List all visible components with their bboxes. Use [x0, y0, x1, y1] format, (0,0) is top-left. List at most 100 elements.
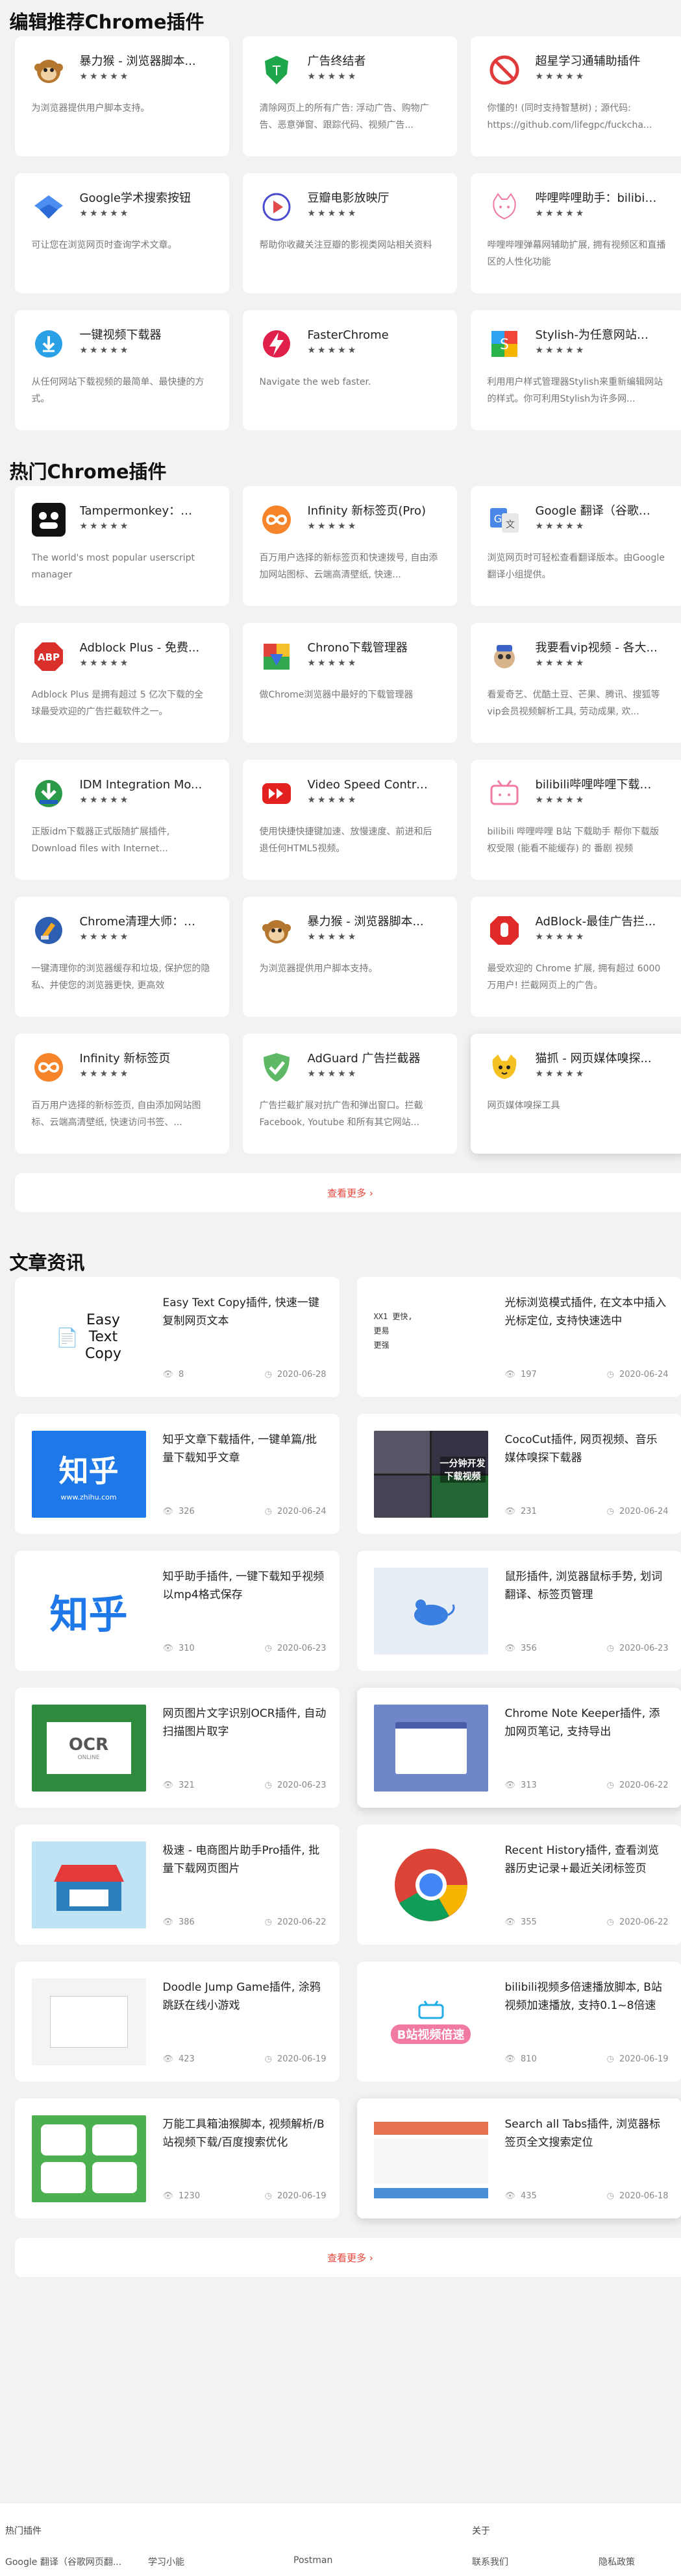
article-title[interactable]: 万能工具箱油猴脚本, 视频解析/B站视频下载/百度搜索优化	[163, 2115, 327, 2152]
plugin-card[interactable]: IDM Integration Mo... ★★★★★ 正版idm下载器正式版随…	[14, 760, 229, 880]
article-thumbnail[interactable]: 知乎	[31, 1568, 146, 1655]
plugin-card[interactable]: T 广告终结者 ★★★★★ 清除网页上的所有广告: 浮动广告、购物广告、恶意弹窗…	[242, 36, 457, 156]
article-card[interactable]: OCR ONLINE 网页图片文字识别OCR插件, 自动扫描图片取字 👁 321 ◷…	[14, 1688, 340, 1808]
plugin-card[interactable]: Infinity 新标签页 ★★★★★ 百万用户选择的新标签页, 自由添加网站图…	[14, 1034, 229, 1154]
article-title[interactable]: 知乎文章下载插件, 一键单篇/批量下载知乎文章	[163, 1431, 327, 1467]
article-title[interactable]: 网页图片文字识别OCR插件, 自动扫描图片取字	[163, 1705, 327, 1741]
article-card[interactable]: 鼠形插件, 浏览器鼠标手势, 划词翻译、标签页管理 👁 356 ◷ 2020-06-…	[356, 1551, 681, 1671]
plugin-card[interactable]: G文 Google 翻译（谷歌网... ★★★★★ 浏览网页时可轻松查看翻译版本…	[470, 486, 681, 606]
plugin-name[interactable]: 一键视频下载器	[80, 327, 203, 344]
article-title[interactable]: Easy Text Copy插件, 快速一键复制网页文本	[163, 1294, 327, 1330]
article-thumbnail[interactable]: XX1 更快, 更易 更强	[373, 1294, 488, 1381]
plugin-card[interactable]: S Stylish-为任意网站自... ★★★★★ 利用用户样式管理器Styli…	[470, 310, 681, 430]
plugin-card[interactable]: 我要看vip视频 - 各大... ★★★★★ 看爱奇艺、优酷土豆、芒果、腾讯、搜…	[470, 623, 681, 743]
plugin-card[interactable]: ABP Adblock Plus - 免费... ★★★★★ Adblock P…	[14, 623, 229, 743]
plugin-card[interactable]: 超星学习通辅助插件 ★★★★★ 你懂的! (同时支持智慧树) ; 源代码: ht…	[470, 36, 681, 156]
plugin-card[interactable]: 哔哩哔哩助手：bilibili... ★★★★★ 哔哩哔哩弹幕网辅助扩展, 拥有…	[470, 173, 681, 293]
article-title[interactable]: 知乎助手插件, 一键下载知乎视频以mp4格式保存	[163, 1568, 327, 1604]
article-thumbnail[interactable]	[31, 1978, 146, 2065]
plugin-name[interactable]: Infinity 新标签页(Pro)	[308, 503, 431, 520]
article-title[interactable]: Recent History插件, 查看浏览器历史记录+最近关闭标签页	[505, 1841, 669, 1878]
article-card[interactable]: XX1 更快, 更易 更强 光标浏览模式插件, 在文本中插入光标定位, 支持快速…	[356, 1277, 681, 1397]
plugin-card[interactable]: AdBlock-最佳广告拦... ★★★★★ 最受欢迎的 Chrome 扩展, …	[470, 897, 681, 1017]
article-thumbnail[interactable]: 📄 Easy Text Copy	[31, 1294, 146, 1381]
article-card[interactable]: 知乎 知乎助手插件, 一键下载知乎视频以mp4格式保存 👁 310 ◷ 2020-0…	[14, 1551, 340, 1671]
article-title[interactable]: 光标浏览模式插件, 在文本中插入光标定位, 支持快速选中	[505, 1294, 669, 1330]
plugin-card[interactable]: FasterChrome ★★★★★ Navigate the web fast…	[242, 310, 457, 430]
article-thumbnail[interactable]	[373, 2115, 488, 2202]
articles-more-link[interactable]: 查看更多 ›	[327, 2251, 373, 2265]
article-card[interactable]: 📄 Easy Text Copy Easy Text Copy插件, 快速一键复制…	[14, 1277, 340, 1397]
article-card[interactable]: Recent History插件, 查看浏览器历史记录+最近关闭标签页 👁 355…	[356, 1825, 681, 1945]
plugin-name[interactable]: 广告终结者	[308, 53, 431, 70]
plugin-name[interactable]: 豆瓣电影放映厅	[308, 190, 431, 207]
plugin-card[interactable]: AdGuard 广告拦截器 ★★★★★ 广告拦截扩展对抗广告和弹出窗口。拦截Fa…	[242, 1034, 457, 1154]
article-thumbnail[interactable]	[373, 1705, 488, 1792]
footer-link[interactable]: 隐私政策	[599, 2555, 635, 2568]
plugin-card[interactable]: Chrome清理大师：一... ★★★★★ 一键清理你的浏览器缓存和垃圾, 保护…	[14, 897, 229, 1017]
hot-more-link[interactable]: 查看更多 ›	[327, 1186, 373, 1200]
plugin-name[interactable]: Adblock Plus - 免费...	[80, 640, 203, 657]
article-title[interactable]: Doodle Jump Game插件, 涂鸦跳跃在线小游戏	[163, 1978, 327, 2015]
plugin-name[interactable]: Chrono下载管理器	[308, 640, 431, 657]
article-title[interactable]: 极速 - 电商图片助手Pro插件, 批量下载网页图片	[163, 1841, 327, 1878]
plugin-name[interactable]: Stylish-为任意网站自...	[536, 327, 659, 344]
plugin-name[interactable]: Google学术搜索按钮	[80, 190, 203, 207]
plugin-name[interactable]: 超星学习通辅助插件	[536, 53, 659, 70]
plugin-card[interactable]: Tampermonkey：用... ★★★★★ The world's most…	[14, 486, 229, 606]
plugin-card[interactable]: Video Speed Contro... ★★★★★ 使用快捷快捷键加速、放慢…	[242, 760, 457, 880]
plugin-name[interactable]: 暴力猴 - 浏览器脚本...	[308, 914, 431, 930]
article-card[interactable]: 极速 - 电商图片助手Pro插件, 批量下载网页图片 👁 386 ◷ 2020-06…	[14, 1825, 340, 1945]
article-title[interactable]: 鼠形插件, 浏览器鼠标手势, 划词翻译、标签页管理	[505, 1568, 669, 1604]
article-title[interactable]: Chrome Note Keeper插件, 添加网页笔记, 支持导出	[505, 1705, 669, 1741]
footer-link[interactable]: 联系我们	[472, 2555, 508, 2568]
article-card[interactable]: Doodle Jump Game插件, 涂鸦跳跃在线小游戏 👁 423 ◷ 2020…	[14, 1962, 340, 2082]
plugin-name[interactable]: FasterChrome	[308, 327, 431, 344]
plugin-card[interactable]: 一键视频下载器 ★★★★★ 从任何网站下载视频的最简单、最快捷的方式。	[14, 310, 229, 430]
plugin-card[interactable]: Chrono下载管理器 ★★★★★ 做Chrome浏览器中最好的下载管理器	[242, 623, 457, 743]
article-card[interactable]: 知乎 www.zhihu.com 知乎文章下载插件, 一键单篇/批量下载知乎文章 …	[14, 1414, 340, 1534]
article-title[interactable]: CocoCut插件, 网页视频、音乐媒体嗅探下载器	[505, 1431, 669, 1467]
plugin-name[interactable]: AdBlock-最佳广告拦...	[536, 914, 659, 930]
plugin-name[interactable]: Infinity 新标签页	[80, 1051, 203, 1067]
plugin-name[interactable]: bilibili哔哩哔哩下载助...	[536, 777, 659, 794]
plugin-card[interactable]: 暴力猴 - 浏览器脚本... ★★★★★ 为浏览器提供用户脚本支持。	[14, 36, 229, 156]
article-thumbnail[interactable]	[373, 1568, 488, 1655]
plugin-name[interactable]: 哔哩哔哩助手：bilibili...	[536, 190, 659, 207]
hot-more-bar[interactable]: 查看更多 ›	[14, 1173, 681, 1212]
plugin-card[interactable]: 豆瓣电影放映厅 ★★★★★ 帮助你收藏关注豆瓣的影视类网站相关资料	[242, 173, 457, 293]
plugin-name[interactable]: 猫抓 - 网页媒体嗅探...	[536, 1051, 659, 1067]
article-card[interactable]: 一分钟开发 下载视频 CocoCut插件, 网页视频、音乐媒体嗅探下载器 👁 23…	[356, 1414, 681, 1534]
article-thumbnail[interactable]: OCR ONLINE	[31, 1705, 146, 1792]
plugin-card[interactable]: 暴力猴 - 浏览器脚本... ★★★★★ 为浏览器提供用户脚本支持。	[242, 897, 457, 1017]
article-card[interactable]: 万能工具箱油猴脚本, 视频解析/B站视频下载/百度搜索优化 👁 1230 ◷ 202…	[14, 2098, 340, 2218]
article-card[interactable]: Search all Tabs插件, 浏览器标签页全文搜索定位 👁 435 ◷ 20…	[356, 2098, 681, 2218]
plugin-name[interactable]: Video Speed Contro...	[308, 777, 431, 794]
plugin-card[interactable]: Google学术搜索按钮 ★★★★★ 可让您在浏览网页时查询学术文章。	[14, 173, 229, 293]
article-thumbnail[interactable]	[31, 1841, 146, 1928]
article-card[interactable]: Chrome Note Keeper插件, 添加网页笔记, 支持导出 👁 313 …	[356, 1688, 681, 1808]
plugin-name[interactable]: Tampermonkey：用...	[80, 503, 203, 520]
footer-link[interactable]: 学习小能	[148, 2555, 184, 2568]
article-thumbnail[interactable]: B站视频倍速	[373, 1978, 488, 2065]
article-thumbnail[interactable]	[373, 1841, 488, 1928]
footer-link[interactable]: Google 翻译（谷歌网页翻...	[5, 2555, 121, 2568]
plugin-card[interactable]: Infinity 新标签页(Pro) ★★★★★ 百万用户选择的新标签页和快速拨…	[242, 486, 457, 606]
article-thumbnail[interactable]	[31, 2115, 146, 2202]
editor-picks-title: 编辑推荐Chrome插件	[9, 11, 204, 33]
plugin-name[interactable]: Chrome清理大师：一...	[80, 914, 203, 930]
plugin-name[interactable]: IDM Integration Mo...	[80, 777, 203, 794]
plugin-name[interactable]: Google 翻译（谷歌网...	[536, 503, 659, 520]
article-thumbnail[interactable]: 一分钟开发 下载视频	[373, 1431, 488, 1518]
article-title[interactable]: bilibili视频多倍速播放脚本, B站视频加速播放, 支持0.1~8倍速	[505, 1978, 669, 2015]
plugin-name[interactable]: 我要看vip视频 - 各大...	[536, 640, 659, 657]
footer-link[interactable]: Postman	[293, 2555, 332, 2566]
plugin-name[interactable]: AdGuard 广告拦截器	[308, 1051, 431, 1067]
article-title[interactable]: Search all Tabs插件, 浏览器标签页全文搜索定位	[505, 2115, 669, 2152]
article-card[interactable]: B站视频倍速 bilibili视频多倍速播放脚本, B站视频加速播放, 支持0.…	[356, 1962, 681, 2082]
plugin-card[interactable]: 猫抓 - 网页媒体嗅探... ★★★★★ 网页媒体嗅探工具	[470, 1034, 681, 1154]
plugin-name[interactable]: 暴力猴 - 浏览器脚本...	[80, 53, 203, 70]
article-thumbnail[interactable]: 知乎 www.zhihu.com	[31, 1431, 146, 1518]
articles-more-bar[interactable]: 查看更多 ›	[14, 2238, 681, 2277]
plugin-card[interactable]: bilibili哔哩哔哩下载助... ★★★★★ bilibili 哔哩哔哩 B…	[470, 760, 681, 880]
